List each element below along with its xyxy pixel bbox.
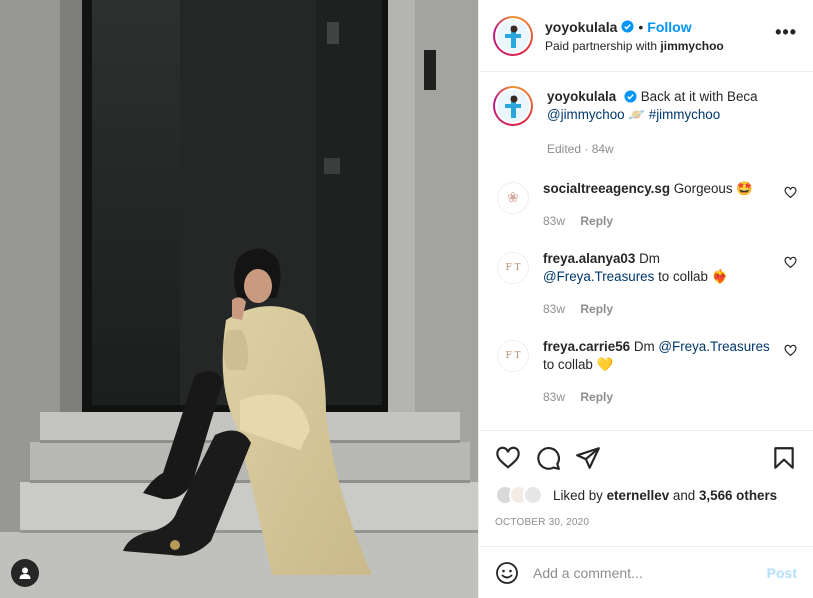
partner-link[interactable]: jimmychoo <box>660 39 723 53</box>
likes-joiner: and <box>672 487 696 503</box>
comment-like-icon[interactable] <box>784 344 797 357</box>
commenter-avatar[interactable]: ❀ <box>497 182 529 214</box>
caption-text: Back at it with Beca <box>640 89 758 104</box>
separator-dot: • <box>638 18 644 35</box>
comment-text: Dm <box>639 251 660 266</box>
likes-summary: Liked by eternellev and 3,566 others <box>495 485 797 505</box>
post-actions: Liked by eternellev and 3,566 others OCT… <box>479 430 813 546</box>
author-avatar[interactable] <box>493 15 533 56</box>
comment-age: 83w <box>543 390 566 404</box>
more-options-button[interactable]: ••• <box>775 22 797 49</box>
caption-body: yoyokulala Back at it with Beca @jimmych… <box>547 86 758 158</box>
caption-mention[interactable]: @jimmychoo <box>547 107 625 122</box>
liker-avatars[interactable] <box>495 485 547 505</box>
comment-item: F T freya.alanya03 Dm @Freya.Treasures t… <box>493 250 797 318</box>
comment-text: Dm <box>633 339 655 354</box>
commenter-username[interactable]: socialtreeagency.sg <box>543 181 670 196</box>
share-icon[interactable] <box>575 445 601 471</box>
comment-emoji: 🤩 <box>736 181 753 196</box>
comment-text-after: to collab <box>543 357 593 372</box>
paid-partnership: Paid partnership with jimmychoo <box>545 39 775 53</box>
commenter-avatar[interactable]: F T <box>497 252 529 284</box>
comment-input[interactable] <box>533 564 767 581</box>
reply-button[interactable]: Reply <box>580 390 613 404</box>
verified-icon <box>624 90 637 103</box>
comment-meta: 83w Reply <box>543 300 773 318</box>
author-username[interactable]: yoyokulala <box>545 19 617 35</box>
post-date[interactable]: OCTOBER 30, 2020 <box>495 517 797 528</box>
comment-item: ❀ socialtreeagency.sg Gorgeous 🤩 83w Rep… <box>493 180 797 230</box>
reply-button[interactable]: Reply <box>580 214 613 228</box>
comment-emoji: 💛 <box>596 357 614 372</box>
photo-illustration <box>0 0 478 598</box>
likes-prefix: Liked by <box>553 487 603 503</box>
post-header: yoyokulala • Follow Paid partnership wit… <box>479 0 813 72</box>
caption-emoji: 🪐 <box>628 107 646 122</box>
post-comment-button[interactable]: Post <box>767 565 797 581</box>
comment-meta: 83w Reply <box>543 212 773 230</box>
liker-avatar <box>523 485 543 505</box>
comment-age: 83w <box>543 302 566 316</box>
post-modal: yoyokulala • Follow Paid partnership wit… <box>0 0 813 598</box>
commenter-username[interactable]: freya.carrie56 <box>543 339 630 354</box>
caption-meta: Edited · 84w <box>547 142 614 156</box>
heart-icon[interactable] <box>495 445 521 471</box>
comments-list[interactable]: yoyokulala Back at it with Beca @jimmych… <box>479 72 813 430</box>
commenter-username[interactable]: freya.alanya03 <box>543 251 635 266</box>
comment-meta: 83w Reply <box>543 388 773 406</box>
bookmark-icon[interactable] <box>771 445 797 471</box>
follow-button[interactable]: Follow <box>647 19 691 35</box>
commenter-avatar[interactable]: F T <box>497 340 529 372</box>
caption-avatar[interactable] <box>493 86 533 126</box>
liker-username[interactable]: eternellev <box>607 488 670 503</box>
reply-button[interactable]: Reply <box>580 302 613 316</box>
comment-text: Gorgeous <box>673 181 733 196</box>
caption-hashtag[interactable]: #jimmychoo <box>649 107 720 122</box>
partnership-label: Paid partnership with <box>545 38 658 53</box>
action-bar <box>495 443 797 473</box>
caption-username[interactable]: yoyokulala <box>547 89 616 104</box>
caption: yoyokulala Back at it with Beca @jimmych… <box>493 86 797 158</box>
comment-like-icon[interactable] <box>784 186 797 199</box>
emoji-icon[interactable] <box>495 561 519 585</box>
likes-count[interactable]: 3,566 others <box>699 488 777 503</box>
comment-emoji: ❤️‍🔥 <box>711 269 729 284</box>
add-comment-bar: Post <box>479 546 813 598</box>
comment-age: 83w <box>543 214 566 228</box>
post-photo[interactable] <box>0 0 478 598</box>
verified-icon <box>621 20 634 33</box>
comment-mention[interactable]: @Freya.Treasures <box>658 339 769 354</box>
comment-mention[interactable]: @Freya.Treasures <box>543 269 654 284</box>
comment-icon[interactable] <box>535 445 561 471</box>
comment-text-after: to collab <box>658 269 708 284</box>
user-tag-icon <box>19 567 31 579</box>
post-side-panel: yoyokulala • Follow Paid partnership wit… <box>478 0 813 598</box>
header-text: yoyokulala • Follow Paid partnership wit… <box>545 19 775 53</box>
comment-item: F T freya.carrie56 Dm @Freya.Treasures t… <box>493 338 797 406</box>
comment-like-icon[interactable] <box>784 256 797 269</box>
user-tag-button[interactable] <box>11 559 39 587</box>
more-icon: ••• <box>775 22 797 42</box>
